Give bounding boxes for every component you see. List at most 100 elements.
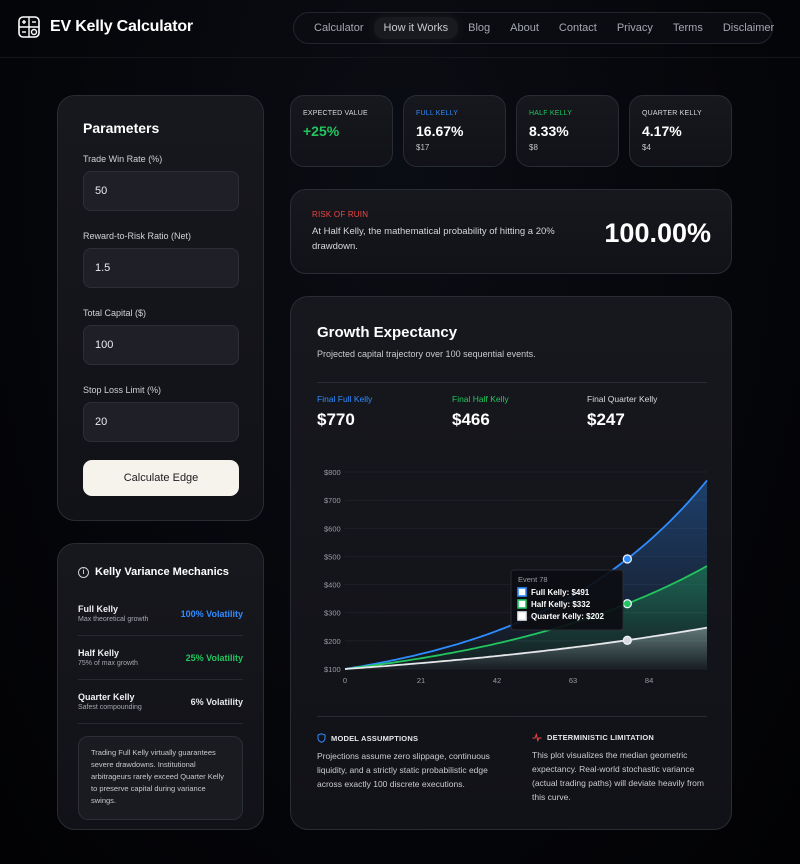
y-tick-label: $600 (324, 524, 341, 533)
nav-item-how-it-works[interactable]: How it Works (373, 17, 459, 39)
nav-item-terms[interactable]: Terms (663, 22, 713, 34)
win-rate-input[interactable]: 50 (83, 171, 239, 211)
calculate-edge-button[interactable]: Calculate Edge (83, 460, 239, 496)
final-half-kelly: Final Half Kelly $466 (452, 394, 587, 430)
stat-half-kelly: HALF KELLY 8.33% $8 (516, 95, 619, 167)
nav-item-blog[interactable]: Blog (458, 22, 500, 34)
final-label: Final Full Kelly (317, 394, 373, 404)
x-tick-label: 42 (493, 676, 501, 685)
variance-sub: Safest compounding (78, 704, 142, 711)
x-tick-label: 63 (569, 676, 577, 685)
stat-value: 16.67% (416, 123, 464, 139)
variance-name: Half Kelly (78, 648, 120, 658)
growth-card: Growth Expectancy Projected capital traj… (290, 296, 732, 830)
x-tick-label: 0 (343, 676, 347, 685)
hover-point (622, 599, 633, 609)
stat-label: EXPECTED VALUE (303, 110, 368, 117)
final-label: Final Half Kelly (452, 394, 509, 404)
y-tick-label: $800 (324, 468, 341, 477)
nav-item-contact[interactable]: Contact (549, 22, 607, 34)
app-title: EV Kelly Calculator (50, 18, 193, 35)
variance-row-half: Half Kelly 75% of max growth 25% Volatil… (78, 636, 243, 680)
final-values: Final Full Kelly $770 Final Half Kelly $… (317, 394, 722, 430)
stat-sub: $8 (529, 143, 538, 152)
field-label: Stop Loss Limit (%) (83, 385, 162, 395)
shield-icon (317, 733, 326, 743)
variance-name: Quarter Kelly (78, 692, 135, 702)
final-value: $770 (317, 410, 355, 429)
tooltip-item: Half Kelly: $332 (531, 600, 591, 609)
variance-title-row: i Kelly Variance Mechanics (78, 566, 243, 578)
growth-chart[interactable]: $100 $200 $300 $400 $500 $600 $700 $800 0 21 42 63 8… (291, 457, 733, 697)
stop-loss-input[interactable]: 20 (83, 402, 239, 442)
variance-value: 100% Volatility (180, 608, 243, 619)
note-model-assumptions: MODEL ASSUMPTIONS Projections assume zer… (317, 733, 497, 804)
growth-title: Growth Expectancy (317, 324, 458, 341)
variance-name: Full Kelly (78, 604, 119, 614)
risk-text: At Half Kelly, the mathematical probabil… (312, 226, 555, 252)
note-heading: MODEL ASSUMPTIONS (317, 733, 497, 743)
note-text: Projections assume zero slippage, contin… (317, 751, 490, 789)
divider (317, 382, 707, 383)
y-tick-label: $400 (324, 581, 341, 590)
stat-expected-value: EXPECTED VALUE +25% (290, 95, 393, 167)
tooltip-swatch (517, 599, 527, 609)
tooltip-swatch (517, 611, 527, 621)
stat-label: FULL KELLY (416, 110, 459, 117)
y-tick-label: $200 (324, 637, 341, 646)
note-heading: DETERMINISTIC LIMITATION (532, 733, 712, 742)
stat-label: QUARTER KELLY (642, 110, 702, 117)
field-stop-loss: Stop Loss Limit (%) 20 (83, 385, 239, 442)
y-tick-label: $300 (324, 609, 341, 618)
parameters-card: Parameters Trade Win Rate (%) 50 Reward-… (57, 95, 264, 521)
hover-point (622, 554, 633, 564)
variance-row-quarter: Quarter Kelly Safest compounding 6% Vola… (78, 680, 243, 724)
stat-full-kelly: FULL KELLY 16.67% $17 (403, 95, 506, 167)
note-title: MODEL ASSUMPTIONS (331, 733, 419, 743)
nav-item-about[interactable]: About (500, 22, 549, 34)
risk-of-ruin-card: RISK OF RUIN At Half Kelly, the mathemat… (290, 189, 732, 274)
variance-sub: Max theoretical growth (78, 616, 149, 623)
risk-value: 100.00% (604, 218, 711, 248)
final-full-kelly: Final Full Kelly $770 (317, 394, 452, 430)
nav-item-privacy[interactable]: Privacy (607, 22, 663, 34)
chart-notes: MODEL ASSUMPTIONS Projections assume zer… (317, 733, 712, 804)
field-win-rate: Trade Win Rate (%) 50 (83, 154, 239, 211)
stat-quarter-kelly: QUARTER KELLY 4.17% $4 (629, 95, 732, 167)
variance-note: Trading Full Kelly virtually guarantees … (78, 736, 243, 820)
info-icon: i (78, 566, 89, 578)
final-label: Final Quarter Kelly (587, 394, 658, 404)
y-tick-label: $700 (324, 496, 341, 505)
nav-item-disclaimer[interactable]: Disclaimer (713, 22, 784, 34)
hover-point (622, 635, 633, 645)
reward-risk-input[interactable]: 1.5 (83, 248, 239, 288)
field-label: Trade Win Rate (%) (83, 154, 163, 164)
tooltip-swatch (517, 587, 527, 597)
field-reward-risk: Reward-to-Risk Ratio (Net) 1.5 (83, 231, 239, 288)
calculator-icon (18, 16, 40, 38)
y-tick-label: $500 (324, 552, 341, 561)
divider (317, 716, 707, 717)
variance-row-full: Full Kelly Max theoretical growth 100% V… (78, 592, 243, 636)
final-value: $247 (587, 410, 625, 429)
stat-value: +25% (303, 123, 340, 139)
capital-input[interactable]: 100 (83, 325, 239, 365)
note-deterministic-limitation: DETERMINISTIC LIMITATION This plot visua… (532, 733, 712, 804)
variance-value: 6% Volatility (190, 696, 243, 707)
stat-sub: $17 (416, 143, 430, 152)
variance-value: 25% Volatility (185, 652, 243, 663)
note-text: This plot visualizes the median geometri… (532, 750, 704, 802)
stat-sub: $4 (642, 143, 651, 152)
stat-value: 8.33% (529, 123, 569, 139)
top-header: EV Kelly Calculator Calculator How it Wor… (0, 0, 800, 58)
final-quarter-kelly: Final Quarter Kelly $247 (587, 394, 722, 430)
field-label: Reward-to-Risk Ratio (Net) (83, 231, 192, 241)
final-value: $466 (452, 410, 490, 429)
y-tick-label: $100 (324, 665, 341, 674)
tooltip-item: Quarter Kelly: $202 (531, 612, 604, 621)
pulse-icon (532, 733, 542, 742)
main-nav: Calculator How it Works Blog About Contact Pr… (293, 12, 774, 44)
parameters-title: Parameters (83, 120, 160, 136)
brand[interactable]: EV Kelly Calculator (18, 16, 193, 38)
nav-item-calculator[interactable]: Calculator (304, 22, 374, 34)
